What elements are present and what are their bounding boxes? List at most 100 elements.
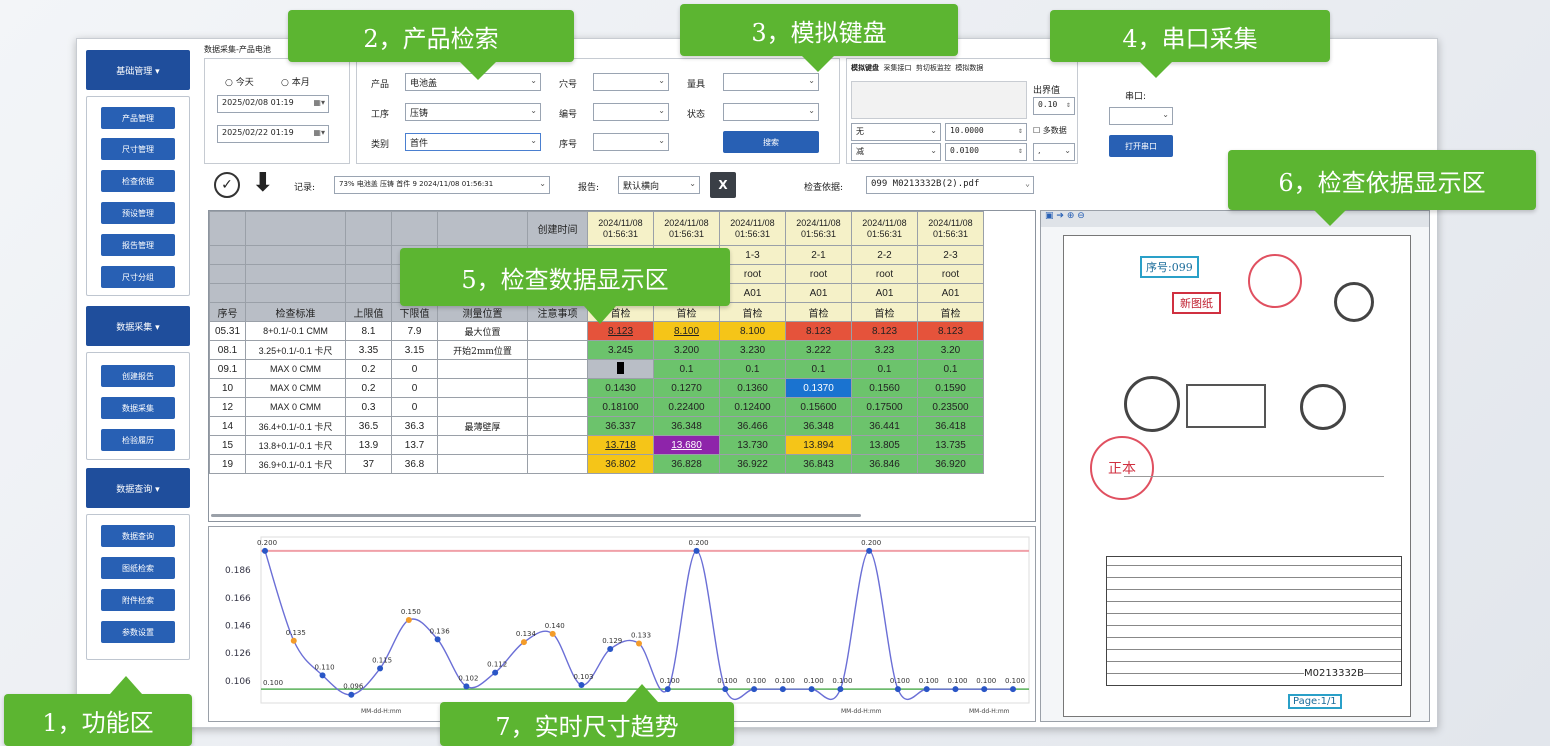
process-select[interactable]: 压铸 ⌄: [405, 103, 541, 121]
sidebar-item-create-report[interactable]: 创建报告: [101, 365, 175, 387]
active-input-cell[interactable]: [587, 359, 654, 379]
seq-select[interactable]: ⌄: [593, 133, 669, 151]
table-row[interactable]: 08.1 3.25+0.1/-0.1 卡尺 3.35 3.15 开始2mm位置 3.245…: [209, 340, 984, 360]
measure-cell[interactable]: 0.1560: [851, 378, 918, 398]
forward-icon[interactable]: ➔: [1056, 211, 1064, 221]
measure-cell[interactable]: 0.1: [653, 359, 720, 379]
save-icon[interactable]: ▣: [1045, 211, 1054, 221]
sidebar-item-attach-search[interactable]: 附件检索: [101, 589, 175, 611]
status-select[interactable]: ⌄: [723, 103, 819, 121]
sidebar-item-history[interactable]: 检验履历: [101, 429, 175, 451]
measure-cell[interactable]: 13.805: [851, 435, 918, 455]
tab-sim-data[interactable]: 模拟数据: [955, 64, 983, 72]
measure-cell[interactable]: 36.348: [785, 416, 852, 436]
column-date[interactable]: 2024/11/08 01:56:31: [785, 211, 852, 246]
date-from-picker[interactable]: 2025/02/08 01:19 ▦▾: [217, 95, 329, 113]
out-value-spinner[interactable]: 0.10 ⇕: [1033, 97, 1075, 115]
measure-cell[interactable]: 8.100: [653, 321, 720, 341]
op2-select[interactable]: 减 ⌄: [851, 143, 941, 161]
measure-cell[interactable]: 0.23500: [917, 397, 984, 417]
measure-cell[interactable]: 0.1: [917, 359, 984, 379]
table-row[interactable]: 15 13.8+0.1/-0.1 卡尺 13.9 13.7 13.718 13.680 13…: [209, 435, 984, 455]
measure-cell[interactable]: 0.1: [851, 359, 918, 379]
category-select[interactable]: 首件 ⌄: [405, 133, 541, 151]
sidebar-item-report[interactable]: 报告管理: [101, 234, 175, 256]
zoom-out-icon[interactable]: ⊖: [1077, 211, 1085, 221]
measure-cell[interactable]: 0.1: [785, 359, 852, 379]
measure-cell[interactable]: 36.337: [587, 416, 654, 436]
table-row[interactable]: 14 36.4+0.1/-0.1 卡尺 36.5 36.3 最薄壁厚 36.337 36.3…: [209, 416, 984, 436]
measure-cell[interactable]: 0.1430: [587, 378, 654, 398]
sidebar-item-settings[interactable]: 参数设置: [101, 621, 175, 643]
table-row[interactable]: 19 36.9+0.1/-0.1 卡尺 37 36.8 36.802 36.828 36.9…: [209, 454, 984, 474]
multi-data-checkbox[interactable]: ☐ 多数据: [1033, 125, 1067, 136]
measure-cell[interactable]: 36.846: [851, 454, 918, 474]
measure-cell[interactable]: 0.17500: [851, 397, 918, 417]
measure-cell[interactable]: 8.123: [917, 321, 984, 341]
measure-cell[interactable]: 36.828: [653, 454, 720, 474]
confirm-check-icon[interactable]: ✓: [214, 172, 240, 198]
measure-cell[interactable]: 8.100: [719, 321, 786, 341]
open-port-button[interactable]: 打开串口: [1109, 135, 1173, 157]
measure-cell[interactable]: 36.922: [719, 454, 786, 474]
op1-select[interactable]: 无 ⌄: [851, 123, 941, 141]
measure-cell[interactable]: 36.843: [785, 454, 852, 474]
column-date[interactable]: 2024/11/08 01:56:31: [653, 211, 720, 246]
measure-cell[interactable]: 36.466: [719, 416, 786, 436]
column-date[interactable]: 2024/11/08 01:56:31: [851, 211, 918, 246]
horizontal-scrollbar[interactable]: [211, 514, 861, 517]
sidebar-item-drawing-search[interactable]: 图纸检索: [101, 557, 175, 579]
date-to-picker[interactable]: 2025/02/22 01:19 ▦▾: [217, 125, 329, 143]
radio-month[interactable]: ○ 本月: [281, 75, 310, 88]
code-select[interactable]: ⌄: [593, 103, 669, 121]
radio-today[interactable]: ○ 今天: [225, 75, 254, 88]
column-date[interactable]: 2024/11/08 01:56:31: [917, 211, 984, 246]
measure-cell[interactable]: 3.23: [851, 340, 918, 360]
measure-cell[interactable]: 13.735: [917, 435, 984, 455]
sidebar-group-collect[interactable]: 数据采集 ▾: [86, 306, 190, 346]
zoom-in-icon[interactable]: ⊕: [1067, 211, 1075, 221]
measure-cell[interactable]: 8.123: [587, 321, 654, 341]
measure-cell[interactable]: 36.418: [917, 416, 984, 436]
table-row[interactable]: 05.31 8+0.1/-0.1 CMM 8.1 7.9 最大位置 8.123 8.100 8…: [209, 321, 984, 341]
sidebar-group-query[interactable]: 数据查询 ▾: [86, 468, 190, 508]
val2-spinner[interactable]: 0.0100 ⇕: [945, 143, 1027, 161]
measure-cell[interactable]: 0.1270: [653, 378, 720, 398]
tab-clipboard[interactable]: 剪切板监控: [916, 64, 951, 72]
measure-cell[interactable]: 3.245: [587, 340, 654, 360]
measure-cell[interactable]: 36.441: [851, 416, 918, 436]
table-row[interactable]: 09.1 MAX 0 CMM 0.2 0 0.1 0.1 0.1 0.1 0.1: [209, 359, 984, 379]
excel-export-icon[interactable]: X: [710, 172, 736, 198]
search-button[interactable]: 搜索: [723, 131, 819, 153]
separator-select[interactable]: , ⌄: [1033, 143, 1075, 161]
sidebar-item-product[interactable]: 产品管理: [101, 107, 175, 129]
measure-cell[interactable]: 36.802: [587, 454, 654, 474]
measure-cell[interactable]: 0.12400: [719, 397, 786, 417]
measure-cell[interactable]: 0.18100: [587, 397, 654, 417]
table-row[interactable]: 10 MAX 0 CMM 0.2 0 0.1430 0.1270 0.1360 0.1370 0…: [209, 378, 984, 398]
measure-cell[interactable]: 3.230: [719, 340, 786, 360]
val1-spinner[interactable]: 10.0000 ⇕: [945, 123, 1027, 141]
column-date[interactable]: 2024/11/08 01:56:31: [719, 211, 786, 246]
sidebar-item-query[interactable]: 数据查询: [101, 525, 175, 547]
table-row[interactable]: 12 MAX 0 CMM 0.3 0 0.18100 0.22400 0.12400 0.15…: [209, 397, 984, 417]
measure-cell[interactable]: 0.1: [719, 359, 786, 379]
basis-select[interactable]: 099 M0213332B(2).pdf ⌄: [866, 176, 1034, 194]
tab-keyboard[interactable]: 模拟键盘: [851, 64, 879, 72]
measure-cell[interactable]: 3.20: [917, 340, 984, 360]
column-date[interactable]: 2024/11/08 01:56:31: [587, 211, 654, 246]
measure-cell[interactable]: 8.123: [851, 321, 918, 341]
measure-cell[interactable]: 0.22400: [653, 397, 720, 417]
measure-cell[interactable]: 0.1370: [785, 378, 852, 398]
report-select[interactable]: 默认横向 ⌄: [618, 176, 700, 194]
measure-cell[interactable]: 13.718: [587, 435, 654, 455]
sidebar-item-basis[interactable]: 检查依据: [101, 170, 175, 192]
measure-cell[interactable]: 0.1590: [917, 378, 984, 398]
measure-cell[interactable]: 3.200: [653, 340, 720, 360]
measure-cell[interactable]: 13.730: [719, 435, 786, 455]
tab-interface[interactable]: 采集接口: [883, 64, 911, 72]
measure-cell[interactable]: 3.222: [785, 340, 852, 360]
measure-cell[interactable]: 8.123: [785, 321, 852, 341]
download-arrow-icon[interactable]: ⬇: [252, 168, 274, 198]
serial-port-select[interactable]: ⌄: [1109, 107, 1173, 125]
